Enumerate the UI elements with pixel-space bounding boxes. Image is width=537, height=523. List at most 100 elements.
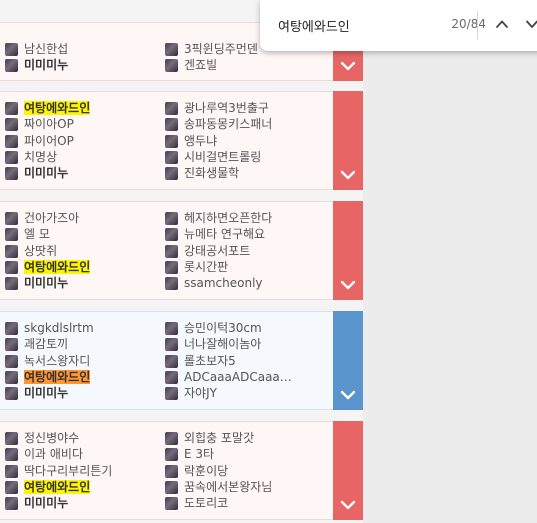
right-team-player: 롤초보자5 — [165, 353, 236, 369]
summoner-name[interactable]: 정신병야수 — [24, 430, 79, 446]
find-input[interactable] — [278, 13, 418, 37]
right-team-player: 롯시간판 — [165, 259, 228, 275]
right-team-player: 뉴메타 연구해요 — [165, 226, 265, 242]
summoner-name[interactable]: 미미미누 — [24, 165, 68, 181]
summoner-name[interactable]: 외힙충 포말갓 — [184, 430, 254, 446]
summoner-name[interactable]: 치명상 — [24, 149, 57, 165]
right-team-player: 도토리코 — [165, 495, 228, 511]
champion-avatar-icon — [5, 480, 18, 494]
left-team-player: 상땃쥐 — [5, 243, 57, 259]
summoner-name[interactable]: 파이어OP — [24, 133, 74, 149]
summoner-name[interactable]: 겐죠빌 — [184, 57, 217, 73]
summoner-name[interactable]: 진화생물학 — [184, 165, 239, 181]
summoner-name[interactable]: 롯시간판 — [184, 259, 228, 275]
champion-avatar-icon — [5, 101, 18, 115]
match-participants: skgkdlslrtm 괘감토끼 녹서스왕자디 여탕에와드인 미미미누 승민이턱30cm 너… — [0, 311, 333, 410]
left-team-player: 남신한섭 — [5, 41, 68, 57]
left-team-player: 이과 애비다 — [5, 446, 83, 462]
right-team-player: 광나루역3번출구 — [165, 100, 269, 116]
left-team-player: 괘감토끼 — [5, 336, 68, 352]
expand-match-button[interactable] — [333, 421, 363, 520]
right-team-player: ADCaaaADCaaa… — [165, 369, 292, 385]
summoner-name[interactable]: 여탕에와드인 — [24, 100, 91, 116]
summoner-name[interactable]: ADCaaaADCaaa… — [184, 369, 292, 385]
left-team-player: 딱다구리부리튼기 — [5, 463, 112, 479]
summoner-name[interactable]: 짜이아OP — [24, 116, 74, 132]
summoner-name[interactable]: 도토리코 — [184, 495, 228, 511]
summoner-name[interactable]: 미미미누 — [24, 385, 68, 401]
champion-avatar-icon — [165, 58, 178, 72]
summoner-name[interactable]: 락훈이당 — [184, 463, 228, 479]
summoner-name[interactable]: 너나잘해이놈아 — [184, 336, 261, 352]
expand-match-button[interactable] — [333, 91, 363, 190]
summoner-name[interactable]: 괘감토끼 — [24, 336, 68, 352]
expand-match-button[interactable] — [333, 311, 363, 410]
summoner-name[interactable]: 여탕에와드인 — [24, 479, 91, 495]
champion-avatar-icon — [165, 117, 178, 131]
summoner-name[interactable]: 강태공서포트 — [184, 243, 250, 259]
right-team-player: 3픽윈딩주먼덴 — [165, 41, 258, 57]
summoner-name[interactable]: 롤초보자5 — [184, 353, 236, 369]
champion-avatar-icon — [165, 370, 178, 384]
summoner-name[interactable]: 딱다구리부리튼기 — [24, 463, 112, 479]
left-team-player: 미미미누 — [5, 57, 68, 73]
champion-avatar-icon — [165, 337, 178, 351]
match-card-loss: 건아가즈아 엘 모 상땃쥐 여탕에와드인 미미미누 헤지하면오픈한다 뉴메타 연구해요 강태공… — [0, 201, 363, 300]
champion-avatar-icon — [165, 101, 178, 115]
champion-avatar-icon — [5, 464, 18, 478]
summoner-name[interactable]: 이과 애비다 — [24, 446, 83, 462]
summoner-name[interactable]: 승민이턱30cm — [184, 320, 262, 336]
expand-match-button[interactable] — [333, 201, 363, 300]
left-team-player: 건아가즈아 — [5, 210, 79, 226]
summoner-name[interactable]: 꿈속에서본왕자님 — [184, 479, 272, 495]
champion-avatar-icon — [5, 244, 18, 258]
champion-avatar-icon — [165, 464, 178, 478]
summoner-name[interactable]: 앵두냐 — [184, 133, 217, 149]
champion-avatar-icon — [5, 447, 18, 461]
summoner-name[interactable]: 엘 모 — [24, 226, 50, 242]
left-team-player: 미미미누 — [5, 385, 68, 401]
champion-avatar-icon — [165, 386, 178, 400]
summoner-name[interactable]: 미미미누 — [24, 57, 68, 73]
champion-avatar-icon — [165, 260, 178, 274]
right-team-player: 너나잘해이놈아 — [165, 336, 261, 352]
match-card-loss: 정신병야수 이과 애비다 딱다구리부리튼기 여탕에와드인 미미미누 외힙충 포말갓 E 3타… — [0, 421, 363, 520]
summoner-name[interactable]: 여탕에와드인 — [24, 259, 91, 275]
summoner-name[interactable]: 뉴메타 연구해요 — [184, 226, 265, 242]
find-next-button[interactable] — [525, 16, 537, 30]
summoner-name[interactable]: 시비걸면트롤링 — [184, 149, 261, 165]
summoner-name[interactable]: E 3타 — [184, 446, 214, 462]
left-team-player: 치명상 — [5, 149, 57, 165]
summoner-name[interactable]: 미미미누 — [24, 275, 68, 291]
summoner-name[interactable]: ssamcheonly — [184, 275, 263, 291]
chevron-down-icon — [340, 170, 356, 180]
summoner-name[interactable]: 광나루역3번출구 — [184, 100, 269, 116]
find-previous-button[interactable] — [495, 16, 509, 30]
summoner-name[interactable]: 미미미누 — [24, 495, 68, 511]
summoner-name[interactable]: 자야JY — [184, 385, 217, 401]
champion-avatar-icon — [165, 211, 178, 225]
summoner-name[interactable]: 남신한섭 — [24, 41, 68, 57]
summoner-name[interactable]: 여탕에와드인 — [24, 369, 91, 385]
right-team-player: 외힙충 포말갓 — [165, 430, 254, 446]
summoner-name[interactable]: 녹서스왕자디 — [24, 353, 90, 369]
champion-avatar-icon — [165, 244, 178, 258]
match-card-loss: 여탕에와드인 짜이아OP 파이어OP 치명상 미미미누 광나루역3번출구 송파동몽키스패너 앵… — [0, 91, 363, 190]
left-team-player: 녹서스왕자디 — [5, 353, 90, 369]
right-team-player: 락훈이당 — [165, 463, 228, 479]
summoner-name[interactable]: 건아가즈아 — [24, 210, 79, 226]
left-team-player: 파이어OP — [5, 133, 74, 149]
summoner-name[interactable]: 송파동몽키스패너 — [184, 116, 272, 132]
champion-avatar-icon — [5, 370, 18, 384]
summoner-name[interactable]: 헤지하면오픈한다 — [184, 210, 272, 226]
left-team-player: 엘 모 — [5, 226, 50, 242]
summoner-name[interactable]: 3픽윈딩주먼덴 — [184, 41, 258, 57]
match-card-win: skgkdlslrtm 괘감토끼 녹서스왕자디 여탕에와드인 미미미누 승민이턱30cm 너… — [0, 311, 363, 410]
summoner-name[interactable]: 상땃쥐 — [24, 243, 57, 259]
champion-avatar-icon — [165, 166, 178, 180]
champion-avatar-icon — [5, 260, 18, 274]
summoner-name[interactable]: skgkdlslrtm — [24, 320, 94, 336]
left-team-player: 정신병야수 — [5, 430, 79, 446]
right-team-player: ssamcheonly — [165, 275, 263, 291]
right-team-player: E 3타 — [165, 446, 214, 462]
